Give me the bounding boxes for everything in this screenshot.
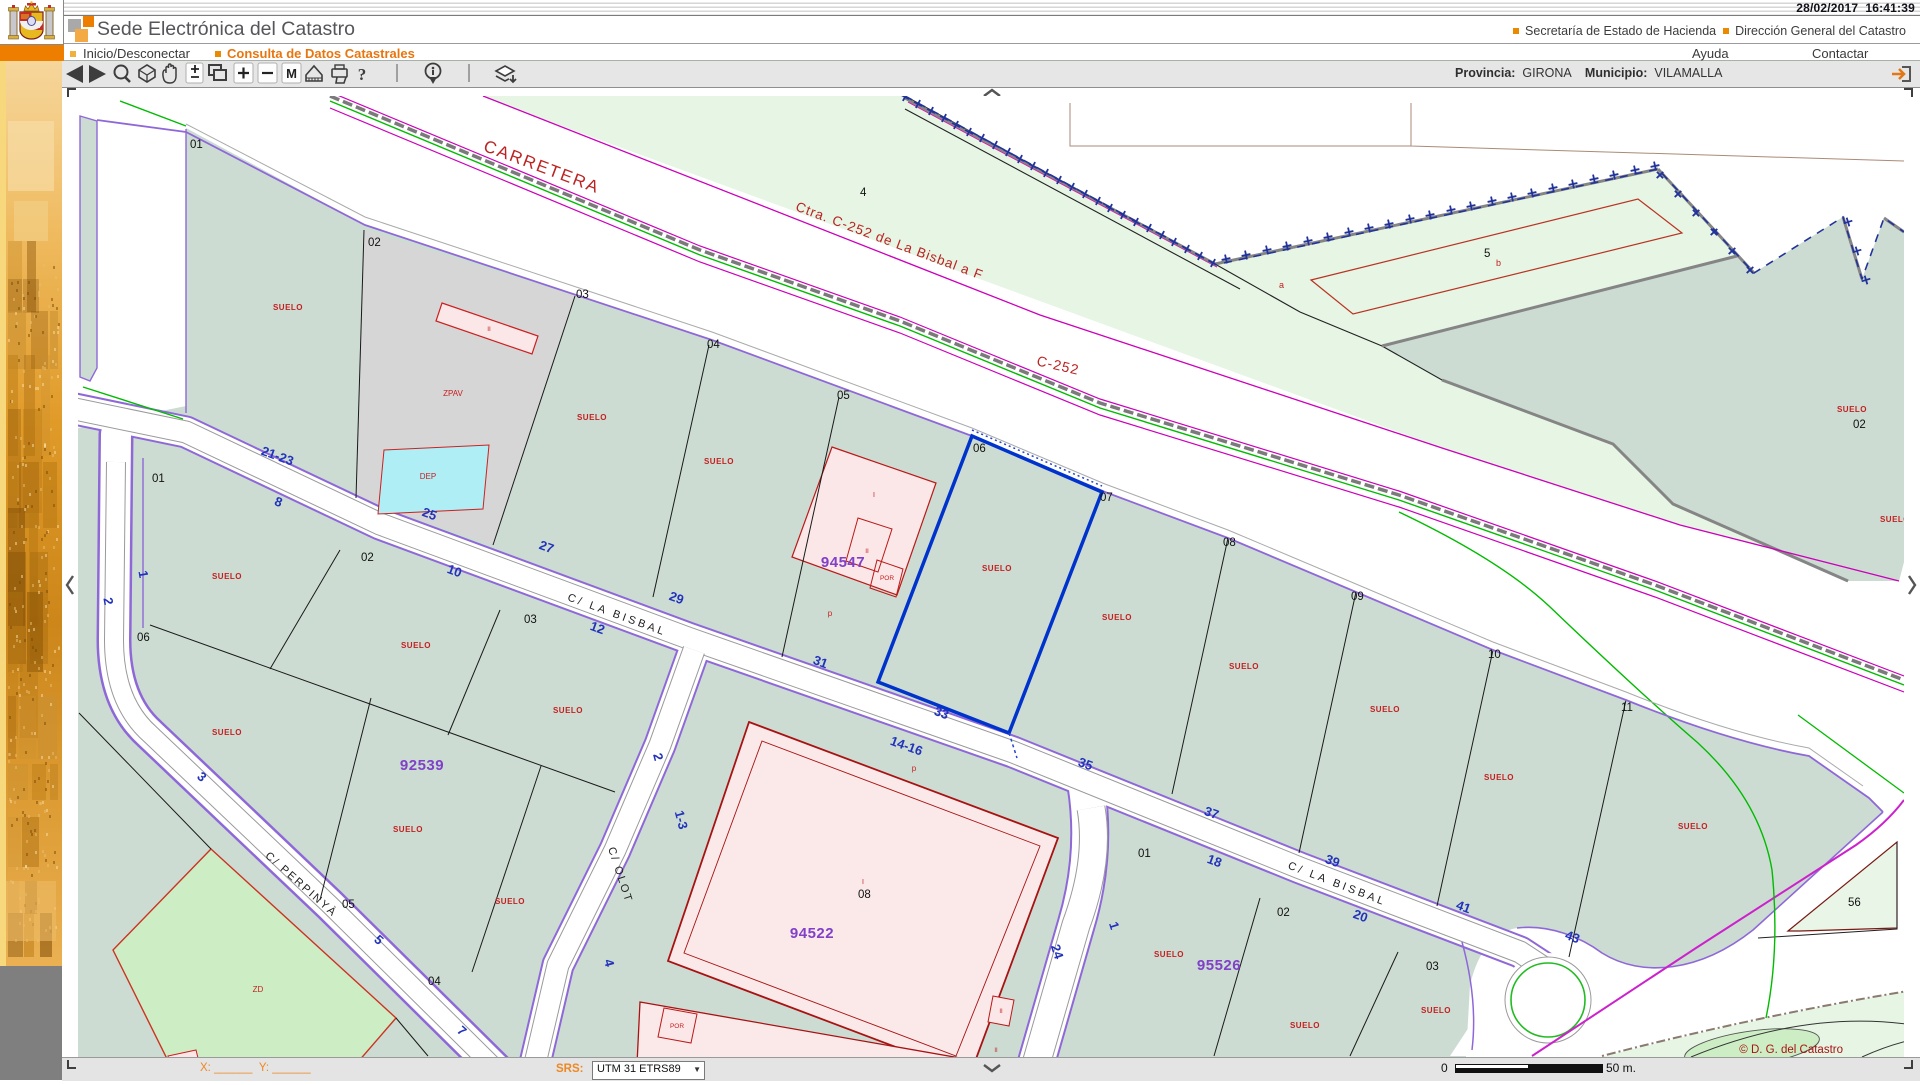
- svg-text:01: 01: [152, 473, 165, 485]
- svg-text:01: 01: [190, 139, 203, 151]
- svg-text:SUELO: SUELO: [1102, 613, 1132, 622]
- svg-text:03: 03: [524, 614, 537, 626]
- svg-text:SUELO: SUELO: [1229, 662, 1259, 671]
- svg-text:I: I: [862, 879, 864, 886]
- svg-text:M: M: [286, 66, 297, 81]
- svg-text:SUELO: SUELO: [212, 728, 242, 737]
- svg-text:ZD: ZD: [253, 985, 264, 994]
- svg-text:04: 04: [707, 339, 720, 351]
- svg-text:SUELO: SUELO: [577, 413, 607, 422]
- svg-text:SUELO: SUELO: [982, 564, 1012, 573]
- svg-text:SUELO: SUELO: [1880, 515, 1904, 524]
- svg-text:II: II: [865, 548, 869, 555]
- svg-text:5: 5: [1484, 248, 1490, 260]
- svg-text:94522: 94522: [790, 925, 834, 942]
- svg-text:II: II: [999, 1009, 1003, 1015]
- svg-text:56: 56: [1848, 897, 1861, 909]
- svg-text:02: 02: [368, 237, 381, 249]
- svg-text:SUELO: SUELO: [212, 572, 242, 581]
- svg-text:11: 11: [1621, 702, 1633, 714]
- svg-text:ZPAV: ZPAV: [443, 389, 463, 398]
- svg-text:4: 4: [860, 187, 867, 199]
- svg-text:p: p: [828, 609, 833, 618]
- svg-text:II: II: [994, 1048, 998, 1054]
- svg-text:01: 01: [1138, 848, 1151, 860]
- svg-text:05: 05: [837, 390, 850, 402]
- svg-text:SUELO: SUELO: [1837, 405, 1867, 414]
- svg-text:SUELO: SUELO: [1484, 773, 1514, 782]
- svg-text:02: 02: [361, 552, 374, 564]
- svg-text:07: 07: [1100, 492, 1113, 504]
- svg-text:SUELO: SUELO: [393, 825, 423, 834]
- svg-text:08: 08: [1223, 537, 1236, 549]
- svg-text:SUELO: SUELO: [1154, 950, 1184, 959]
- svg-text:SUELO: SUELO: [1678, 822, 1708, 831]
- svg-text:SUELO: SUELO: [273, 303, 303, 312]
- svg-text:04: 04: [428, 976, 441, 988]
- svg-text:08: 08: [858, 889, 871, 901]
- svg-text:© D. G. del Catastro: © D. G. del Catastro: [1739, 1044, 1843, 1056]
- svg-text:94547: 94547: [821, 554, 865, 571]
- svg-text:p: p: [912, 764, 917, 773]
- svg-text:POR: POR: [880, 575, 894, 582]
- svg-text:b: b: [1496, 258, 1501, 268]
- svg-text:SUELO: SUELO: [495, 897, 525, 906]
- svg-text:POR: POR: [670, 1023, 684, 1030]
- svg-text:92539: 92539: [400, 757, 444, 774]
- svg-text:10: 10: [1488, 649, 1501, 661]
- svg-text:06: 06: [137, 632, 150, 644]
- svg-text:SUELO: SUELO: [553, 706, 583, 715]
- svg-text:I: I: [873, 492, 875, 499]
- svg-text:II: II: [487, 326, 491, 333]
- svg-text:02: 02: [1853, 419, 1866, 431]
- svg-text:03: 03: [1426, 961, 1439, 973]
- svg-text:?: ?: [358, 65, 367, 84]
- svg-text:SUELO: SUELO: [401, 641, 431, 650]
- svg-text:a: a: [1279, 280, 1284, 290]
- svg-text:05: 05: [342, 899, 355, 911]
- svg-text:SUELO: SUELO: [1290, 1021, 1320, 1030]
- svg-text:02: 02: [1277, 907, 1290, 919]
- svg-text:SUELO: SUELO: [1370, 705, 1400, 714]
- svg-text:09: 09: [1351, 591, 1364, 603]
- svg-text:SUELO: SUELO: [1421, 1006, 1451, 1015]
- svg-text:DEP: DEP: [420, 472, 436, 481]
- svg-text:06: 06: [973, 443, 986, 455]
- svg-text:03: 03: [576, 289, 589, 301]
- svg-text:95526: 95526: [1197, 957, 1241, 974]
- svg-text:SUELO: SUELO: [704, 457, 734, 466]
